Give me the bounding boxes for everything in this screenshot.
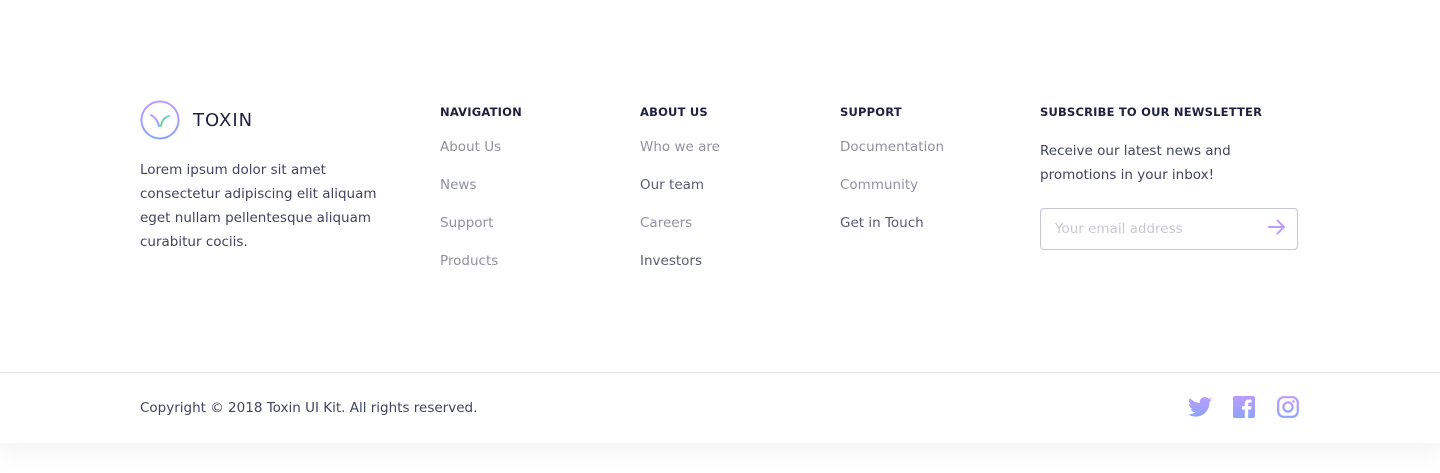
logo[interactable]: TOXIN [140, 100, 400, 140]
navigation-heading: NAVIGATION [440, 105, 522, 119]
facebook-icon [1233, 396, 1255, 422]
support-column: SUPPORT Documentation Community Get in T… [840, 103, 944, 252]
about-link-careers[interactable]: Careers [640, 214, 720, 252]
nav-link-products[interactable]: Products [440, 252, 522, 290]
brand-name: TOXIN [193, 109, 254, 131]
brand-description: Lorem ipsum dolor sit amet consectetur a… [140, 162, 377, 250]
newsletter-column: SUBSCRIBE TO OUR NEWSLETTER Receive our … [1040, 103, 1300, 250]
footer-bottom: Copyright © 2018 Toxin UI Kit. All right… [0, 372, 1440, 443]
support-link-get-in-touch[interactable]: Get in Touch [840, 214, 944, 252]
facebook-link[interactable] [1232, 396, 1256, 422]
newsletter-heading: SUBSCRIBE TO OUR NEWSLETTER [1040, 105, 1263, 119]
twitter-link[interactable] [1188, 397, 1212, 421]
footer: TOXIN Lorem ipsum dolor sit amet consect… [0, 0, 1440, 473]
toxin-logo-icon [140, 100, 180, 140]
navigation-column: NAVIGATION About Us News Support Product… [440, 103, 522, 290]
arrow-right-icon [1268, 219, 1286, 239]
nav-link-support[interactable]: Support [440, 214, 522, 252]
footer-top: TOXIN Lorem ipsum dolor sit amet consect… [0, 0, 1440, 372]
about-link-our-team[interactable]: Our team [640, 176, 720, 214]
copyright-text: Copyright © 2018 Toxin UI Kit. All right… [140, 400, 478, 416]
instagram-link[interactable] [1276, 396, 1300, 422]
about-column: ABOUT US Who we are Our team Careers Inv… [640, 103, 720, 290]
nav-link-news[interactable]: News [440, 176, 522, 214]
support-link-community[interactable]: Community [840, 176, 944, 214]
social-links [1168, 396, 1300, 422]
about-link-investors[interactable]: Investors [640, 252, 720, 290]
newsletter-text: Receive our latest news and promotions i… [1040, 143, 1231, 183]
newsletter-form [1040, 208, 1298, 250]
support-heading: SUPPORT [840, 105, 902, 119]
nav-link-about-us[interactable]: About Us [440, 138, 522, 176]
about-link-who-we-are[interactable]: Who we are [640, 138, 720, 176]
twitter-icon [1188, 397, 1212, 421]
instagram-icon [1277, 396, 1299, 422]
brand-block: TOXIN Lorem ipsum dolor sit amet consect… [140, 100, 400, 254]
about-heading: ABOUT US [640, 105, 708, 119]
support-link-documentation[interactable]: Documentation [840, 138, 944, 176]
subscribe-button[interactable] [1257, 209, 1297, 249]
email-input[interactable] [1041, 221, 1257, 237]
